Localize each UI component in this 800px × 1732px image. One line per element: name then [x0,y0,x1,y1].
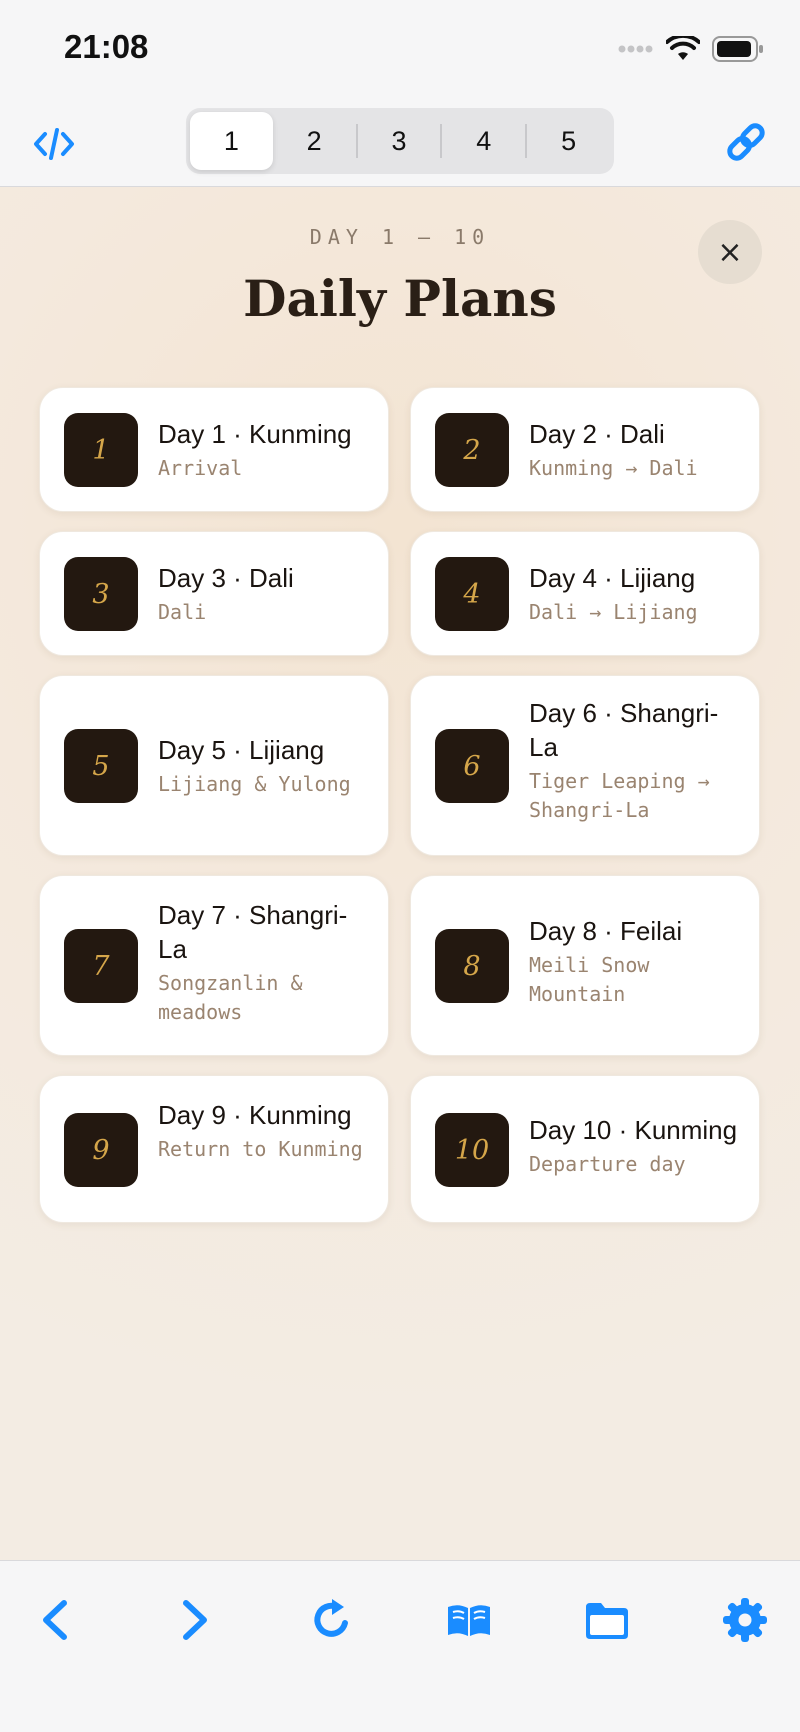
day-card-4[interactable]: 4 Day 4 · Lijiang Dali → Lijiang [410,531,760,656]
signal-icon [618,45,653,53]
day-subtitle: Kunming → Dali [529,456,698,480]
day-subtitle: Dali [158,600,207,624]
gear-icon[interactable] [720,1595,770,1645]
day-number-badge: 4 [435,557,509,631]
day-card-2[interactable]: 2 Day 2 · Dali Kunming → Dali [410,387,760,512]
day-subtitle: Return to Kunming [158,1137,363,1161]
day-title: Day 8 · Feilai [529,916,683,946]
day-title: Day 9 · Kunming [158,1100,352,1130]
reload-icon[interactable] [306,1595,356,1645]
day-title: Day 2 · Dali [529,419,665,449]
day-title: Day 5 · Lijiang [158,735,325,765]
day-number-badge: 10 [435,1113,509,1187]
day-title: Day 6 · Shangri-La [529,698,719,762]
link-icon[interactable] [724,120,768,164]
day-subtitle: Tiger Leaping → Shangri-La [529,769,710,822]
folder-icon[interactable] [582,1595,632,1645]
day-number-badge: 3 [64,557,138,631]
daily-plans-panel: DAY 1 — 10 Daily Plans × 1 Day 1 · Kunmi… [0,187,800,1560]
day-card-3[interactable]: 3 Day 3 · Dali Dali [39,531,389,656]
day-number-badge: 1 [64,413,138,487]
day-range-kicker: DAY 1 — 10 [309,225,491,249]
page-title: Daily Plans [243,269,557,328]
back-icon[interactable] [31,1595,81,1645]
day-subtitle: Arrival [158,456,243,480]
day-number-badge: 6 [435,729,509,803]
status-time: 21:08 [64,28,149,65]
bottom-toolbar [0,1560,800,1732]
day-title: Day 4 · Lijiang [529,563,696,593]
page-segmented-control: 1 2 3 4 5 [186,108,614,174]
day-card-6[interactable]: 6 Day 6 · Shangri-La Tiger Leaping → Sha… [410,675,760,856]
day-title: Day 1 · Kunming [158,419,352,449]
day-subtitle: Songzanlin & meadows [158,971,303,1024]
day-subtitle: Departure day [529,1152,686,1176]
day-card-8[interactable]: 8 Day 8 · Feilai Meili Snow Mountain [410,875,760,1056]
wifi-icon [666,36,700,60]
battery-icon [712,36,763,62]
tab-5[interactable]: 5 [527,112,610,170]
book-icon[interactable] [444,1595,494,1645]
day-title: Day 3 · Dali [158,563,294,593]
day-title: Day 10 · Kunming [529,1115,738,1145]
day-card-5[interactable]: 5 Day 5 · Lijiang Lijiang & Yulong [39,675,389,856]
day-card-9[interactable]: 9 Day 9 · Kunming Return to Kunming [39,1075,389,1223]
forward-icon[interactable] [169,1595,219,1645]
day-number-badge: 2 [435,413,509,487]
day-title: Day 7 · Shangri-La [158,900,348,964]
day-number-badge: 5 [64,729,138,803]
close-icon: × [717,234,743,270]
day-number-badge: 8 [435,929,509,1003]
day-subtitle: Meili Snow Mountain [529,953,650,1006]
day-number-badge: 9 [64,1113,138,1187]
code-icon[interactable] [32,122,76,166]
tab-3[interactable]: 3 [358,112,441,170]
day-card-1[interactable]: 1 Day 1 · Kunming Arrival [39,387,389,512]
day-card-7[interactable]: 7 Day 7 · Shangri-La Songzanlin & meadow… [39,875,389,1056]
day-card-10[interactable]: 10 Day 10 · Kunming Departure day [410,1075,760,1223]
tab-1[interactable]: 1 [190,112,273,170]
status-bar: 21:08 [0,0,800,100]
day-subtitle: Dali → Lijiang [529,600,698,624]
close-button[interactable]: × [698,220,762,284]
day-number-badge: 7 [64,929,138,1003]
tab-2[interactable]: 2 [273,112,356,170]
top-toolbar: 1 2 3 4 5 [0,100,800,187]
status-icons [618,36,764,62]
day-subtitle: Lijiang & Yulong [158,772,351,796]
tab-4[interactable]: 4 [442,112,525,170]
